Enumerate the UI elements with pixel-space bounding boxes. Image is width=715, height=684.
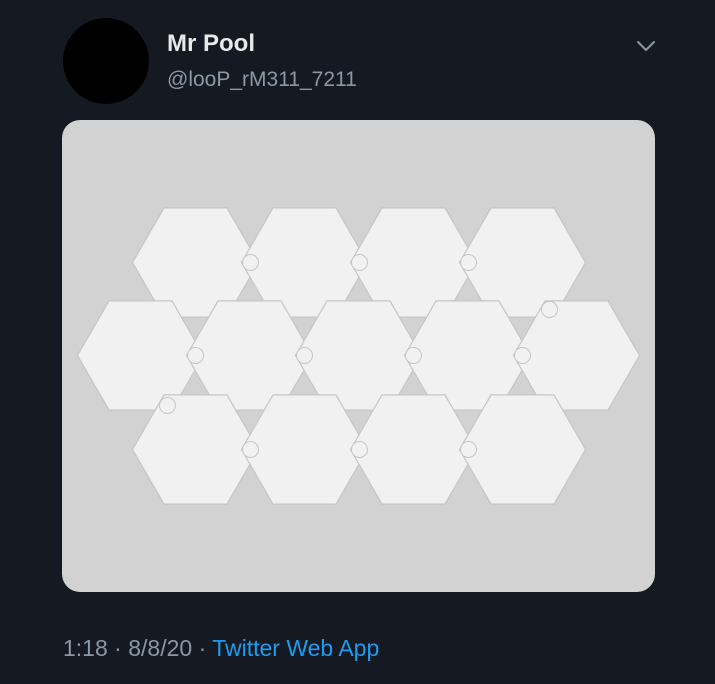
tweet: Mr Pool @looP_rM311_7211 1:18 · 8/8/20 ·… xyxy=(0,0,715,684)
puzzle-knob xyxy=(541,301,558,318)
avatar[interactable] xyxy=(63,18,149,104)
more-options-button[interactable] xyxy=(632,34,660,58)
user-handle[interactable]: @looP_rM311_7211 xyxy=(167,69,357,90)
tweet-image[interactable] xyxy=(62,120,655,592)
puzzle-knob xyxy=(159,397,176,414)
puzzle-knob xyxy=(460,441,477,458)
puzzle-pieces xyxy=(76,207,641,505)
puzzle-knob xyxy=(351,441,368,458)
puzzle-knob xyxy=(242,441,259,458)
puzzle-knob xyxy=(242,254,259,271)
tweet-time: 1:18 xyxy=(63,635,108,661)
puzzle-piece xyxy=(458,394,587,505)
puzzle-knob xyxy=(187,347,204,364)
puzzle-knob xyxy=(405,347,422,364)
tweet-meta: 1:18 · 8/8/20 · Twitter Web App xyxy=(63,637,379,660)
meta-separator: · xyxy=(198,635,207,661)
puzzle-piece xyxy=(349,394,478,505)
puzzle-knob xyxy=(460,254,477,271)
meta-separator: · xyxy=(114,635,122,661)
puzzle-knob xyxy=(351,254,368,271)
puzzle-piece xyxy=(240,394,369,505)
puzzle-piece xyxy=(131,394,260,505)
display-name[interactable]: Mr Pool xyxy=(167,32,255,56)
tweet-source-link[interactable]: Twitter Web App xyxy=(212,635,379,661)
tweet-date: 8/8/20 xyxy=(128,635,193,661)
chevron-down-icon xyxy=(637,41,655,51)
puzzle-knob xyxy=(296,347,313,364)
puzzle-knob xyxy=(514,347,531,364)
hexagon-puzzle-image xyxy=(76,207,641,505)
